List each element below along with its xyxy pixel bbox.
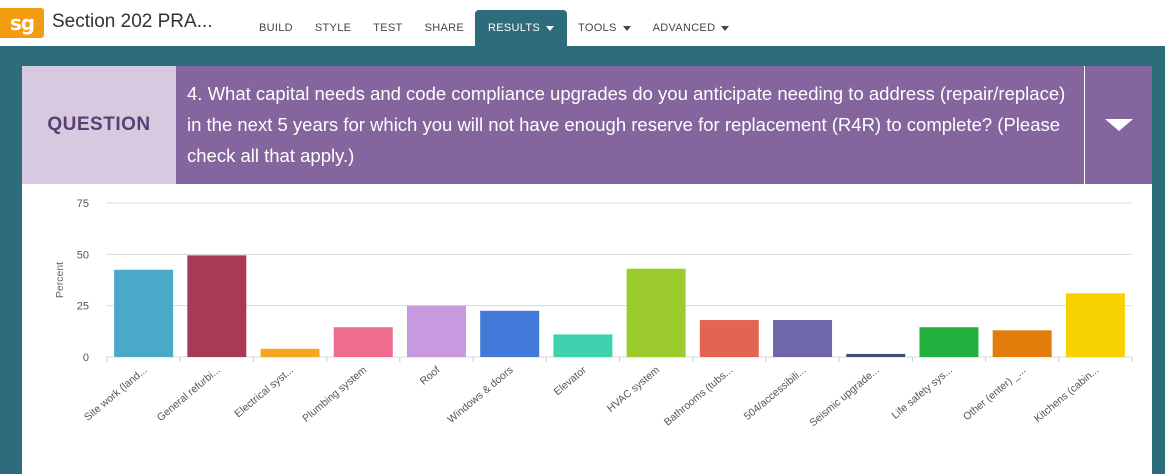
nav-tab-style[interactable]: STYLE	[304, 10, 362, 46]
bar-4	[333, 327, 393, 357]
bar-8	[626, 268, 686, 357]
survey-title[interactable]: Section 202 PRA...	[52, 11, 213, 33]
x-tick-label: General refurbi...	[155, 364, 223, 424]
x-tick-label: HVAC system	[605, 364, 662, 415]
x-tick-label: Roof	[418, 364, 443, 388]
x-tick-label: Life safety sys...	[890, 364, 955, 422]
bar-9	[699, 320, 759, 357]
x-tick-label: Plumbing system	[300, 364, 369, 425]
x-tick-label: Bathrooms (tubs...	[662, 364, 735, 428]
x-tick-label: Windows & doors	[445, 364, 515, 426]
bar-chart-svg: 0 25 50 75 Percent Site work (land... General …	[54, 198, 1133, 429]
app-logo[interactable]: sg	[0, 8, 44, 38]
nav-tab-label: ADVANCED	[652, 22, 716, 34]
x-tick-label: Other (enter) _...	[961, 364, 1028, 423]
x-tick-label: 504/accessibili...	[742, 364, 809, 423]
nav-tab-label: RESULTS	[487, 22, 541, 34]
main-nav: BUILD STYLE TEST SHARE RESULTS TOOLS ADVANCED	[248, 10, 740, 46]
x-tick-label: Seismic upgrade...	[807, 364, 881, 429]
nav-tab-label: BUILD	[259, 22, 293, 34]
x-tick-label: Electrical syst...	[232, 364, 296, 420]
nav-tab-build[interactable]: BUILD	[248, 10, 304, 46]
y-tick-label: 25	[77, 301, 89, 313]
nav-tab-tools[interactable]: TOOLS	[567, 10, 642, 46]
nav-tab-advanced[interactable]: ADVANCED	[642, 10, 741, 46]
nav-tab-label: SHARE	[424, 22, 464, 34]
nav-tab-test[interactable]: TEST	[362, 10, 413, 46]
bar-6	[480, 310, 540, 357]
caret-down-icon	[622, 25, 631, 31]
bar-13	[992, 330, 1052, 357]
x-tick-label: Kitchens (cabin...	[1032, 364, 1101, 425]
bar-3	[260, 348, 320, 357]
top-navigation-bar: sg Section 202 PRA... BUILD STYLE TEST SHAR…	[0, 0, 1165, 46]
bar-11	[846, 353, 906, 357]
bar-14	[1065, 293, 1125, 357]
nav-tab-label: TEST	[373, 22, 403, 34]
question-options-toggle[interactable]	[1084, 66, 1152, 184]
y-axis-label: Percent	[54, 262, 66, 298]
bar-7	[553, 334, 613, 357]
x-tick-label: Elevator	[552, 364, 590, 398]
bar-5	[406, 305, 466, 357]
bar-12	[919, 327, 979, 357]
results-bar-chart: 0 25 50 75 Percent Site work (land... General …	[22, 184, 1152, 474]
question-text: 4. What capital needs and code complianc…	[176, 66, 1084, 184]
caret-down-icon	[721, 25, 730, 31]
nav-tab-label: TOOLS	[578, 22, 617, 34]
nav-tab-results[interactable]: RESULTS	[474, 10, 568, 46]
y-tick-label: 75	[77, 198, 89, 210]
question-label: QUESTION	[22, 66, 176, 184]
y-tick-label: 0	[83, 352, 89, 364]
nav-tab-label: STYLE	[314, 22, 352, 34]
bar-1	[114, 269, 174, 357]
y-tick-label: 50	[77, 249, 89, 261]
bar-2	[187, 255, 247, 357]
caret-down-icon	[546, 25, 555, 31]
x-tick-label: Site work (land...	[82, 364, 150, 423]
nav-tab-share[interactable]: SHARE	[414, 10, 475, 46]
bar-10	[773, 320, 833, 357]
question-header: QUESTION 4. What capital needs and code …	[22, 66, 1152, 184]
triangle-down-icon	[1104, 119, 1133, 131]
